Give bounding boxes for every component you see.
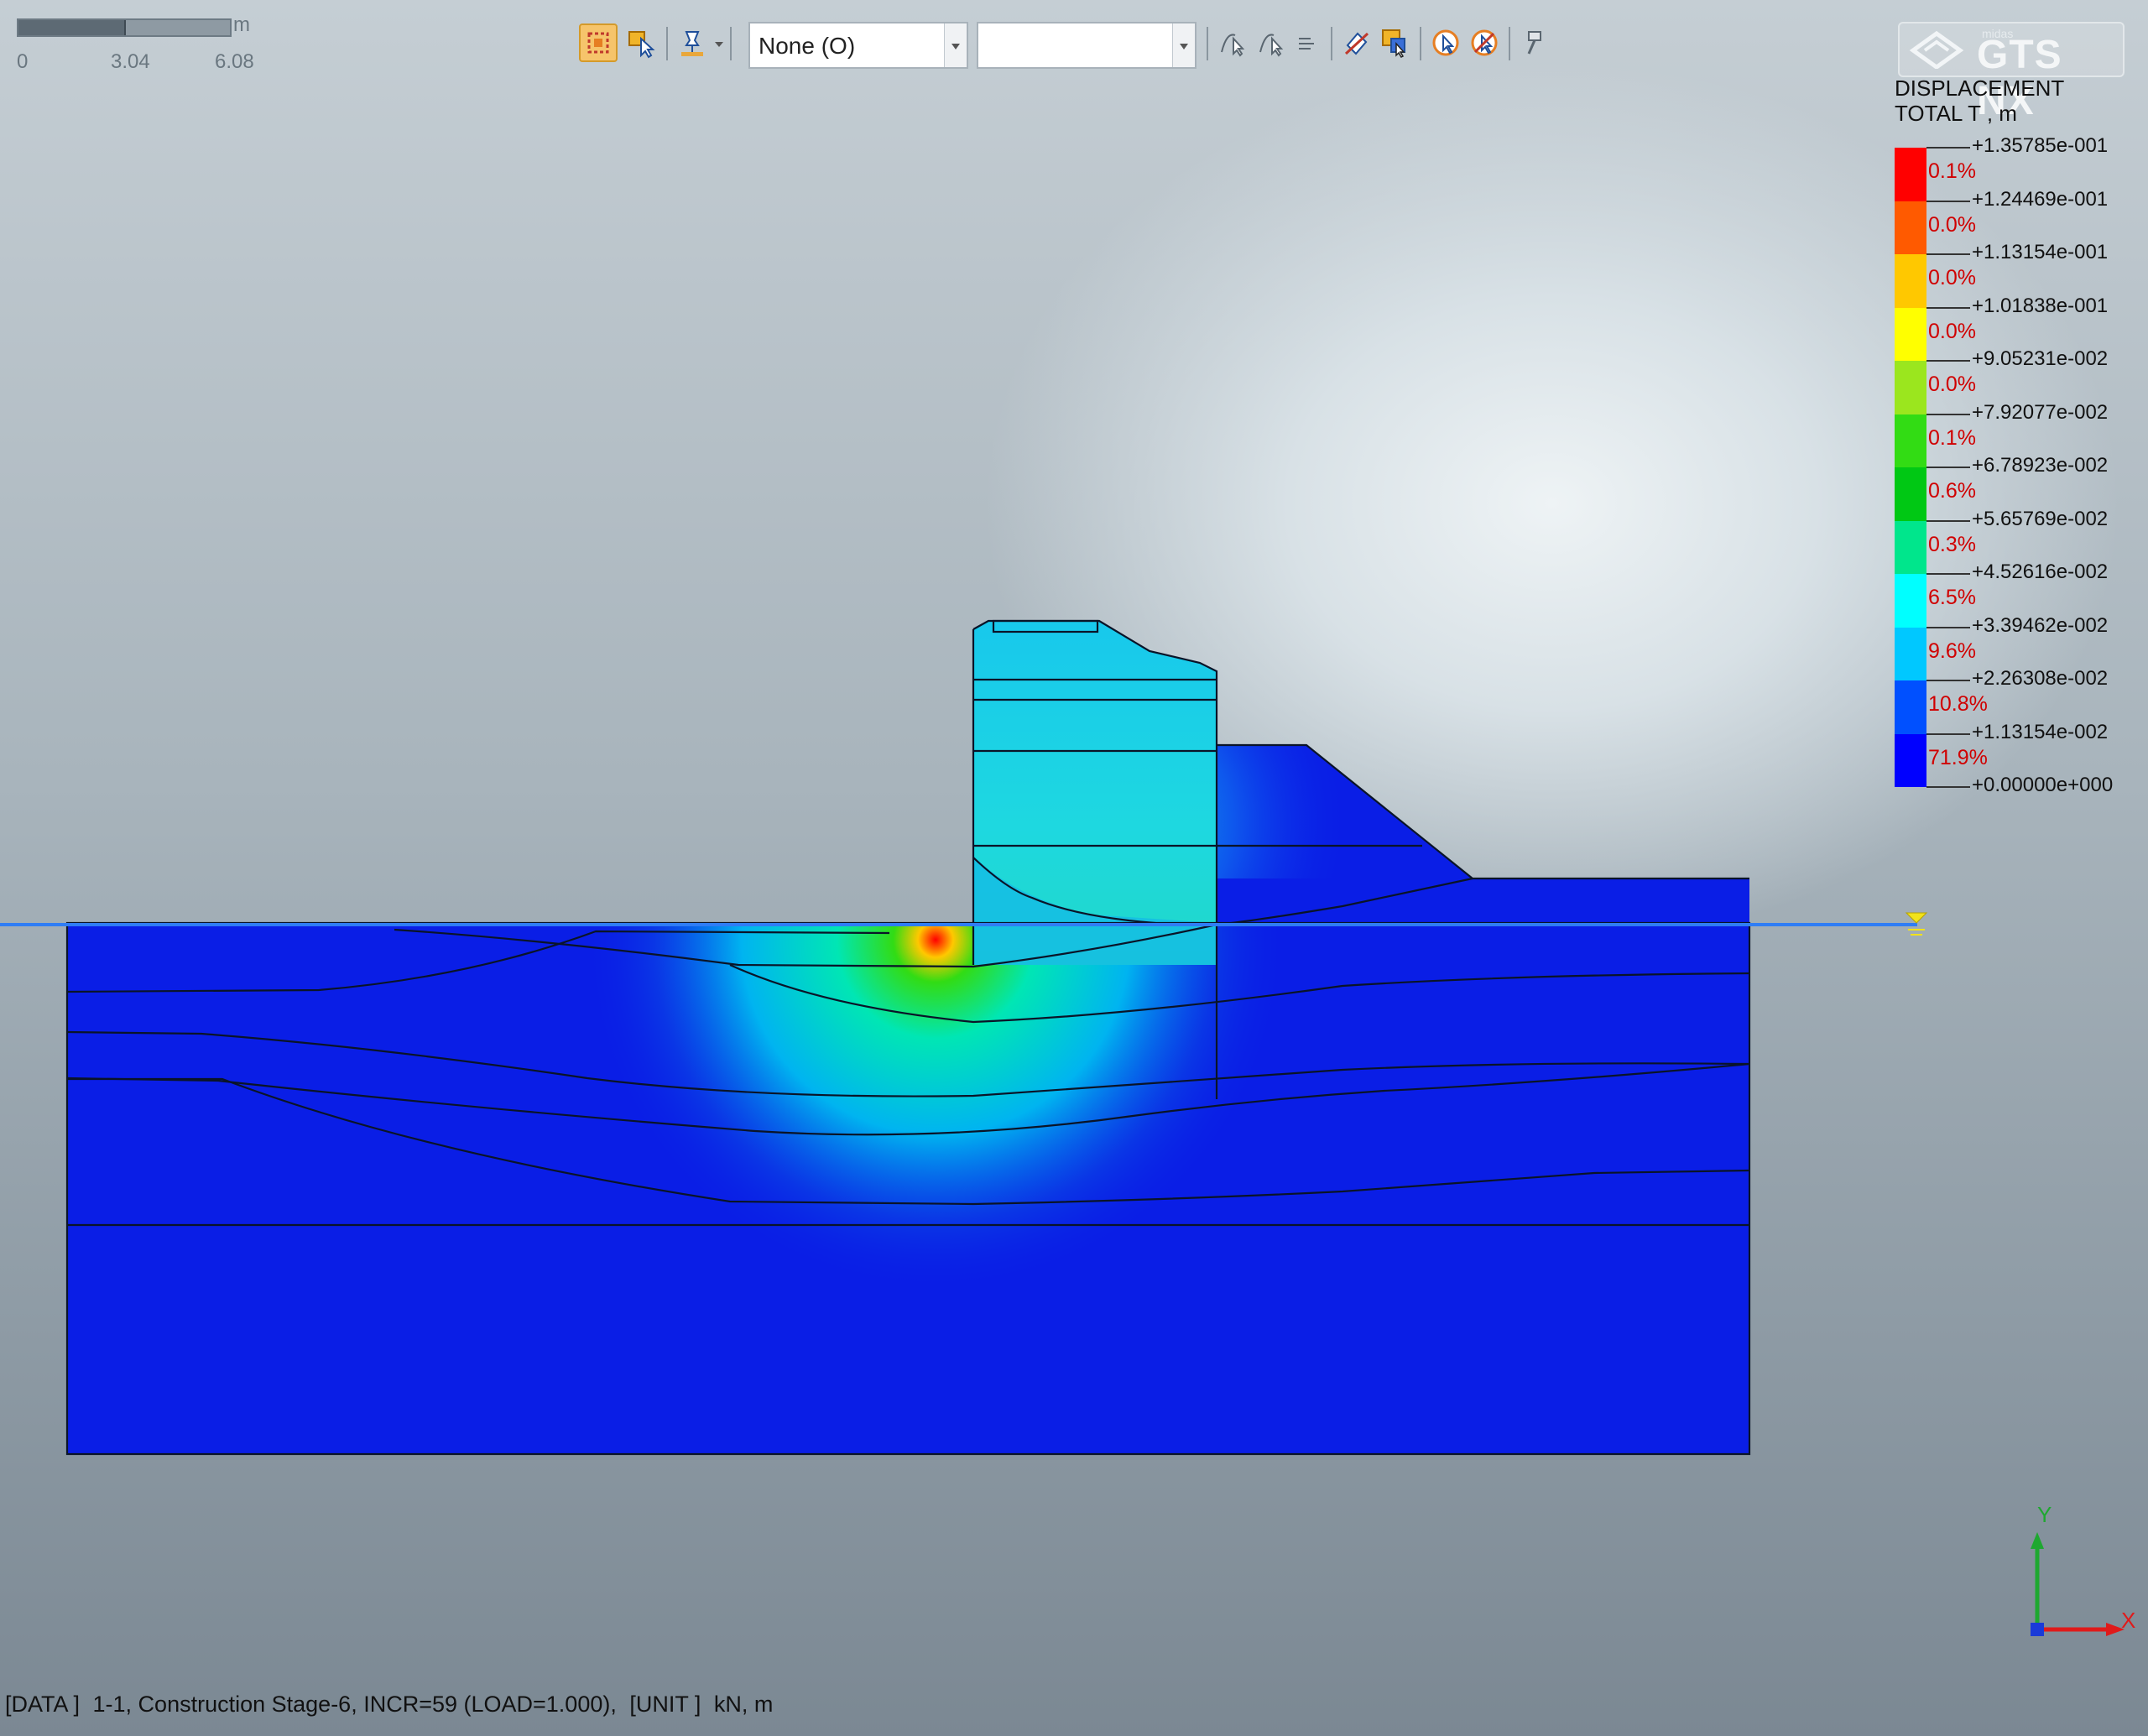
- axis-y-label: Y: [2037, 1502, 2052, 1527]
- status-unit-value: kN, m: [713, 1692, 774, 1717]
- status-data-value: 1-1, Construction Stage-6, INCR=59 (LOAD…: [92, 1692, 617, 1717]
- axis-triad: Y X: [2005, 1502, 2140, 1653]
- right-ground-strip: [1215, 878, 1749, 923]
- status-unit-tag: [UNIT ]: [629, 1692, 701, 1717]
- status-data-tag: [DATA ]: [5, 1692, 81, 1717]
- soil-mesh: [65, 619, 1751, 1456]
- axis-x-label: X: [2121, 1608, 2136, 1633]
- water-level-marker-icon: [1905, 912, 1928, 924]
- model-viewport[interactable]: [0, 0, 2148, 1736]
- status-line: [DATA ] 1-1, Construction Stage-6, INCR=…: [5, 1692, 779, 1718]
